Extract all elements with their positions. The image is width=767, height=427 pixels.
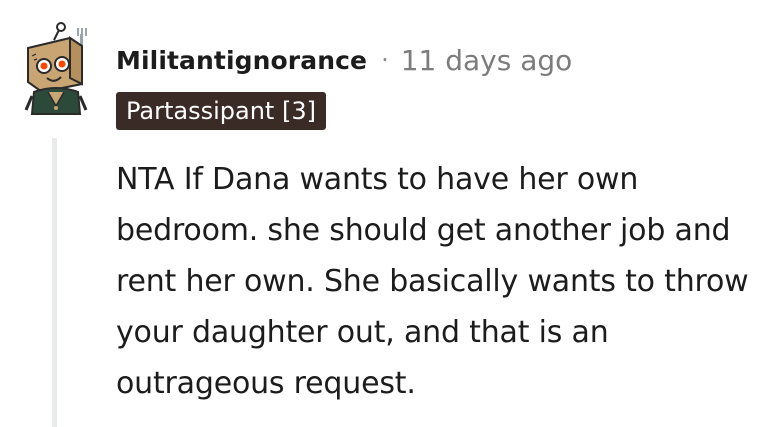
user-avatar[interactable]: [20, 22, 96, 118]
comment-body: NTA If Dana wants to have her own bedroo…: [116, 162, 749, 401]
comment: Militantignorance · 11 days ago Partassi…: [0, 0, 767, 427]
user-flair: Partassipant [3]: [116, 92, 326, 130]
username-link[interactable]: Militantignorance: [116, 46, 367, 75]
snoo-avatar-icon: [24, 22, 88, 115]
thread-line[interactable]: [52, 138, 57, 427]
meta-separator: ·: [381, 46, 389, 74]
comment-meta: Militantignorance · 11 days ago: [116, 40, 572, 80]
timestamp-link[interactable]: 11 days ago: [401, 44, 573, 77]
